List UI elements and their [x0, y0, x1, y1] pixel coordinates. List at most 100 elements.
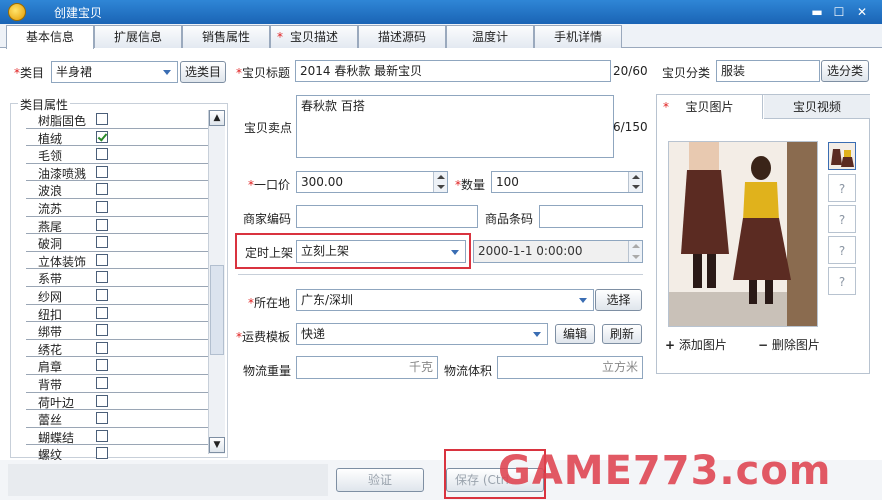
weight-input[interactable]: 千克: [296, 356, 438, 379]
tab-extended-info[interactable]: 扩展信息: [94, 25, 182, 48]
volume-unit: 立方米: [601, 360, 638, 374]
barcode-input[interactable]: [539, 205, 643, 228]
refresh-shipping-button[interactable]: 刷新: [602, 324, 642, 344]
select-classify-button[interactable]: 选分类: [821, 60, 869, 82]
attribute-row[interactable]: 荷叶边: [26, 393, 208, 411]
attribute-name: 油漆喷溅: [38, 166, 87, 181]
merchant-code-input[interactable]: [296, 205, 478, 228]
attribute-name: 荷叶边: [38, 395, 75, 410]
attribute-checkbox[interactable]: [96, 165, 108, 178]
attribute-name: 绣花: [38, 342, 63, 357]
empty-thumbnail-slot[interactable]: ?: [828, 205, 856, 233]
selling-points-char-count: 6/150: [613, 120, 648, 134]
attribute-name: 绑带: [38, 325, 63, 340]
required-marker: *: [277, 30, 283, 44]
delete-image-button[interactable]: − 删除图片: [758, 336, 820, 353]
schedule-select[interactable]: 立刻上架: [296, 240, 466, 263]
tab-item-video[interactable]: 宝贝视频: [764, 95, 870, 119]
merchant-code-label: 商家编码: [243, 212, 292, 226]
attribute-checkbox[interactable]: [96, 412, 108, 425]
attribute-name: 树脂固色: [38, 114, 87, 128]
scroll-up-button[interactable]: ▲: [209, 110, 225, 126]
verify-button[interactable]: 验证: [336, 468, 424, 492]
price-input[interactable]: 300.00: [296, 171, 448, 193]
attribute-row[interactable]: 蕾丝: [26, 410, 208, 428]
tab-item-description[interactable]: * 宝贝描述: [270, 25, 358, 48]
attribute-row[interactable]: 毛领: [26, 146, 208, 164]
attribute-checkbox[interactable]: [96, 271, 108, 284]
empty-thumbnail-slot[interactable]: ?: [828, 236, 856, 264]
attribute-name: 肩章: [38, 360, 63, 375]
classify-input[interactable]: 服装: [716, 60, 820, 82]
attribute-scrollbar[interactable]: ▲ ▼: [208, 110, 225, 454]
attribute-checkbox[interactable]: [96, 324, 108, 337]
attribute-row[interactable]: 植绒: [26, 129, 208, 147]
attribute-checkbox[interactable]: [96, 447, 108, 460]
tab-basic-info[interactable]: 基本信息: [6, 25, 94, 49]
edit-shipping-button[interactable]: 编辑: [555, 324, 595, 344]
attribute-row[interactable]: 背带: [26, 375, 208, 393]
attribute-checkbox[interactable]: [96, 429, 108, 442]
attribute-row[interactable]: 肩章: [26, 357, 208, 375]
attribute-checkbox[interactable]: [96, 113, 108, 125]
chevron-down-icon: [163, 70, 171, 75]
add-image-button[interactable]: + 添加图片: [665, 336, 727, 353]
attribute-checkbox[interactable]: [96, 341, 108, 354]
attribute-row[interactable]: 纽扣: [26, 305, 208, 323]
schedule-time-spinner[interactable]: [628, 241, 642, 262]
select-location-button[interactable]: 选择: [595, 289, 642, 311]
main-product-image[interactable]: [668, 141, 818, 327]
selling-points-textarea[interactable]: 春秋款 百搭: [296, 95, 614, 158]
scroll-thumb[interactable]: [210, 265, 224, 355]
attribute-row[interactable]: 流苏: [26, 199, 208, 217]
attribute-row[interactable]: 破洞: [26, 234, 208, 252]
attribute-row[interactable]: 树脂固色: [26, 111, 208, 129]
price-spinner[interactable]: [433, 172, 447, 192]
scroll-down-button[interactable]: ▼: [209, 437, 225, 453]
attribute-row[interactable]: 燕尾: [26, 217, 208, 235]
attribute-row[interactable]: 绣花: [26, 340, 208, 358]
schedule-time-input[interactable]: 2000-1-1 0:00:00: [473, 240, 643, 263]
attribute-row[interactable]: 纱网: [26, 287, 208, 305]
volume-input[interactable]: 立方米: [497, 356, 643, 379]
tab-thermometer[interactable]: 温度计: [446, 25, 534, 48]
attribute-checkbox[interactable]: [96, 289, 108, 301]
thumbnail-photo: [829, 143, 855, 169]
attribute-row[interactable]: 蝴蝶结: [26, 428, 208, 446]
attribute-checkbox[interactable]: [96, 201, 108, 213]
attribute-row[interactable]: 油漆喷溅: [26, 164, 208, 182]
location-label: *所在地: [248, 296, 291, 310]
empty-thumbnail-slot[interactable]: ?: [828, 267, 856, 295]
minimize-button[interactable]: ▬: [808, 4, 826, 20]
attribute-checkbox[interactable]: [96, 253, 108, 266]
maximize-button[interactable]: ☐: [830, 4, 848, 20]
attribute-row[interactable]: 系带: [26, 269, 208, 287]
attribute-checkbox[interactable]: [96, 183, 108, 196]
attribute-checkbox[interactable]: [96, 359, 108, 372]
title-input[interactable]: 2014 春秋款 最新宝贝: [295, 60, 611, 82]
image-thumbnail[interactable]: [828, 142, 856, 170]
close-button[interactable]: ✕: [853, 4, 871, 20]
title-bar: 创建宝贝 ▬ ☐ ✕: [0, 0, 882, 24]
location-select[interactable]: 广东/深圳: [296, 289, 594, 311]
category-select[interactable]: 半身裙: [51, 61, 178, 83]
tab-mobile-details[interactable]: 手机详情: [534, 25, 622, 48]
quantity-spinner[interactable]: [628, 172, 642, 192]
attribute-row[interactable]: 波浪: [26, 181, 208, 199]
tab-item-images[interactable]: * 宝贝图片: [657, 95, 763, 119]
tab-description-source[interactable]: 描述源码: [358, 25, 446, 48]
attribute-checkbox[interactable]: [96, 130, 108, 143]
attribute-checkbox[interactable]: [96, 306, 108, 319]
select-category-button[interactable]: 选类目: [180, 61, 226, 83]
attribute-checkbox[interactable]: [96, 394, 108, 407]
quantity-input[interactable]: 100: [491, 171, 643, 193]
attribute-checkbox[interactable]: [96, 377, 108, 389]
attribute-checkbox[interactable]: [96, 236, 108, 249]
shipping-template-select[interactable]: 快递: [296, 323, 548, 345]
empty-thumbnail-slot[interactable]: ?: [828, 174, 856, 202]
attribute-checkbox[interactable]: [96, 148, 108, 161]
attribute-row[interactable]: 立体装饰: [26, 252, 208, 270]
tab-sales-attributes[interactable]: 销售属性: [182, 25, 270, 48]
attribute-checkbox[interactable]: [96, 218, 108, 231]
attribute-row[interactable]: 绑带: [26, 322, 208, 340]
